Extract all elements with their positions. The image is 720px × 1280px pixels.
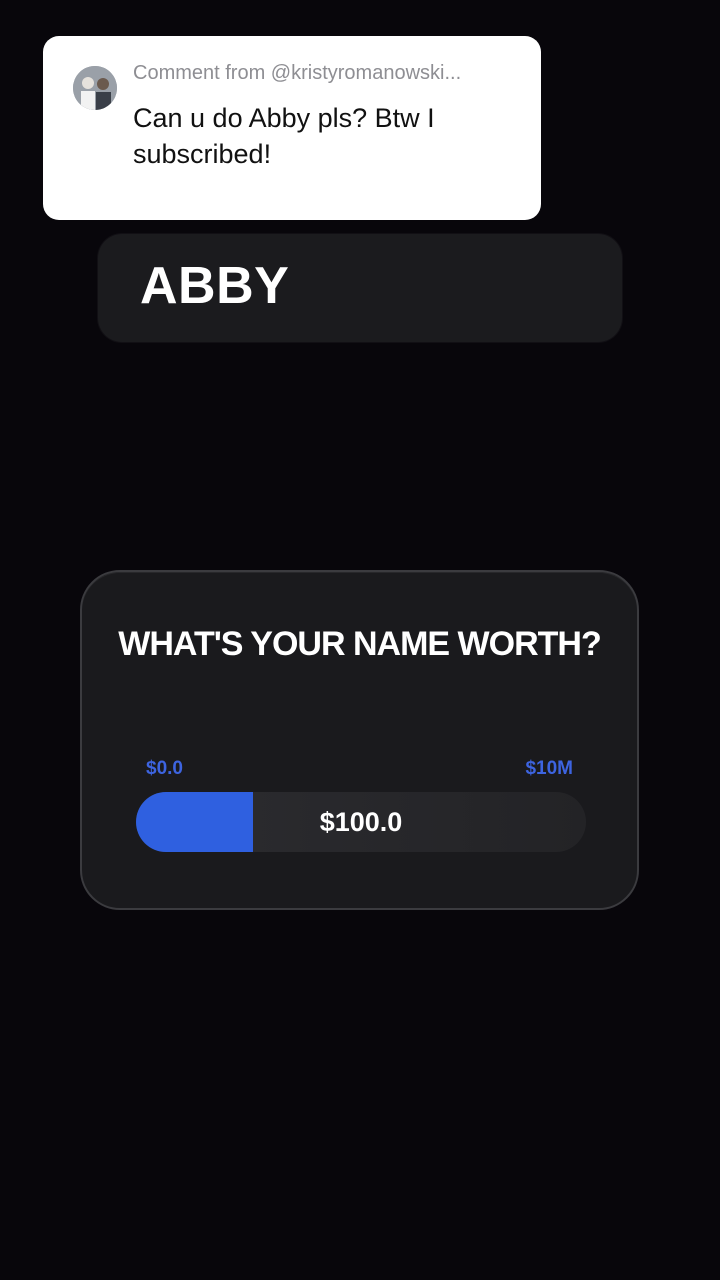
range-min-label: $0.0 — [146, 758, 183, 779]
comment-header: Comment from @kristyromanowski... — [133, 62, 462, 84]
comment-text: Can u do Abby pls? Btw I subscribed! — [133, 103, 435, 169]
name-display-card: ABBY — [98, 234, 622, 342]
widget-title: WHAT'S YOUR NAME WORTH? — [118, 625, 601, 663]
name-label: ABBY — [140, 257, 290, 315]
commenter-avatar — [73, 66, 117, 110]
name-worth-widget: WHAT'S YOUR NAME WORTH? $0.0 $10M $100.0 — [80, 570, 639, 910]
range-max-label: $10M — [525, 758, 573, 779]
comment-reply-card: Comment from @kristyromanowski... Can u … — [43, 36, 541, 220]
slider-value: $100.0 — [319, 806, 403, 837]
worth-slider[interactable]: $100.0 — [136, 792, 586, 852]
